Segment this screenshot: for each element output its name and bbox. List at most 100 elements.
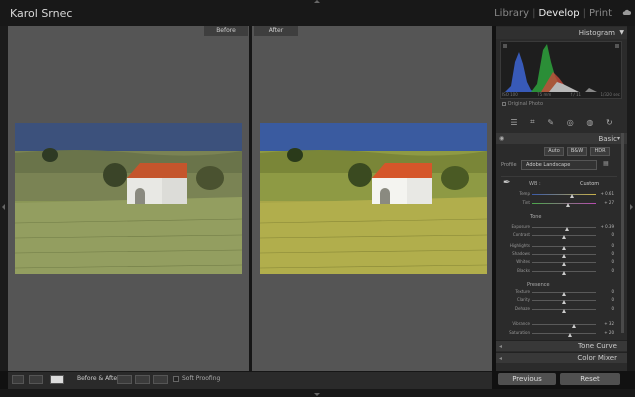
slider-value[interactable]: 0 [598, 268, 614, 273]
presets-icon[interactable]: ↻ [606, 118, 613, 127]
slider-track[interactable] [532, 194, 596, 195]
swap-before-after-button[interactable] [153, 375, 168, 384]
heal-icon[interactable]: ✎ [547, 118, 554, 127]
profile-browser-icon[interactable]: ▦ [603, 160, 609, 167]
before-after-mode-label[interactable]: Before & After [77, 375, 120, 382]
panel-scrollbar[interactable] [621, 133, 624, 333]
original-photo-checkbox[interactable] [502, 101, 506, 106]
histogram-header[interactable]: Histogram ▼ [496, 27, 627, 39]
slider-thumb[interactable] [564, 227, 569, 231]
slider-value[interactable]: + 20 [598, 330, 614, 335]
slider-label: Exposure [511, 224, 530, 229]
collapse-right-arrow-icon[interactable] [630, 204, 633, 210]
copy-before-to-after-button[interactable] [117, 375, 132, 384]
slider-thumb[interactable] [562, 262, 566, 266]
expand-filmstrip-arrow-icon[interactable] [314, 393, 320, 396]
photo-after[interactable] [260, 123, 487, 274]
bw-button[interactable]: B&W [567, 147, 587, 156]
module-develop[interactable]: Develop [538, 8, 579, 19]
collapse-histogram-icon[interactable]: ▼ [619, 29, 624, 36]
expand-left-arrow-icon[interactable] [2, 204, 5, 210]
module-picker: Library | Develop | Print [494, 8, 627, 19]
slider-label: Texture [515, 289, 530, 294]
histogram-readout: ISO 100 75 mm f / 11 1/320 sec [502, 92, 620, 97]
slider-thumb[interactable] [562, 235, 566, 239]
module-print[interactable]: Print [589, 8, 612, 19]
slider-thumb[interactable] [562, 292, 566, 296]
slider-value[interactable]: 0 [598, 232, 614, 237]
slider-thumb[interactable] [562, 300, 566, 304]
wb-select[interactable]: Custom [580, 181, 599, 187]
reset-button[interactable]: Reset [560, 373, 620, 385]
slider-label: Blacks [517, 268, 530, 273]
redeye-icon[interactable]: ◎ [567, 118, 574, 127]
slider-value[interactable]: 0 [598, 289, 614, 294]
slider-thumb[interactable] [562, 254, 566, 258]
copy-after-to-before-button[interactable] [135, 375, 150, 384]
photo-before[interactable] [15, 123, 242, 274]
module-separator: | [582, 8, 586, 19]
slider-value[interactable]: + 27 [598, 200, 614, 205]
profile-label: Profile [501, 162, 517, 168]
compare-view-button[interactable] [29, 375, 43, 384]
module-separator: | [532, 8, 536, 19]
auto-button[interactable]: Auto [544, 147, 564, 156]
color-mixer-arrow-icon[interactable]: ◂ [499, 355, 502, 362]
slider-value[interactable]: + 0.61 [598, 191, 614, 196]
slider-label: Shadows [512, 251, 530, 256]
loupe-view-button[interactable] [12, 375, 24, 384]
slider-thumb[interactable] [572, 324, 577, 328]
slider-thumb[interactable] [562, 271, 566, 275]
compare-divider [249, 26, 252, 371]
slider-value[interactable]: + 0.39 [598, 224, 614, 229]
identity-plate: Karol Srnec [10, 7, 73, 20]
cloud-icon[interactable] [622, 9, 631, 15]
previous-button[interactable]: Previous [498, 373, 556, 385]
left-panel-collapsed[interactable] [0, 26, 8, 371]
mask-icon[interactable]: ◍ [586, 118, 593, 127]
original-photo-toggle[interactable]: Original Photo [502, 101, 543, 107]
slider-track[interactable] [532, 203, 596, 204]
module-library[interactable]: Library [494, 8, 529, 19]
soft-proofing-label: Soft Proofing [182, 375, 221, 382]
slider-thumb[interactable] [565, 203, 570, 207]
slider-value[interactable]: 0 [598, 251, 614, 256]
panel-eye-icon[interactable]: ◉ [499, 135, 504, 142]
eyedropper-icon[interactable]: ✒ [503, 178, 511, 188]
histogram-chart[interactable] [500, 41, 622, 99]
collapse-basic-icon[interactable]: ▾ [617, 135, 620, 142]
crop-icon[interactable]: ⌗ [530, 117, 535, 127]
color-mixer-title: Color Mixer [577, 354, 617, 362]
collapse-top-arrow-icon[interactable] [314, 0, 320, 3]
slider-thumb[interactable] [569, 194, 574, 198]
slider-label: Saturation [509, 330, 530, 335]
bottom-bar [0, 389, 635, 397]
slider-value[interactable]: 0 [598, 306, 614, 311]
tone-curve-title: Tone Curve [578, 342, 617, 350]
wb-label: WB : [529, 181, 541, 187]
tone-curve-arrow-icon[interactable]: ◂ [499, 343, 502, 350]
slider-value[interactable]: + 32 [598, 321, 614, 326]
slider-thumb[interactable] [562, 309, 566, 313]
slider-label: Clarity [516, 297, 530, 302]
edit-sliders-icon[interactable]: ☰ [510, 118, 517, 127]
slider-thumb[interactable] [568, 333, 573, 337]
profile-select[interactable]: Adobe Landscape [521, 160, 597, 170]
before-after-view-button[interactable] [50, 375, 64, 384]
basic-panel-title: Basic [598, 135, 617, 143]
shutter-readout: 1/320 sec [600, 92, 620, 97]
slider-value[interactable]: 0 [598, 297, 614, 302]
slider-value[interactable]: 0 [598, 259, 614, 264]
original-photo-label: Original Photo [507, 101, 544, 107]
presence-section-label: Presence [527, 282, 550, 288]
right-panel-edge[interactable] [627, 26, 635, 371]
iso-readout: ISO 100 [502, 92, 518, 97]
slider-value[interactable]: 0 [598, 243, 614, 248]
slider-thumb[interactable] [562, 246, 566, 250]
after-view-label: After [254, 26, 298, 36]
soft-proofing-checkbox[interactable] [173, 376, 179, 382]
hdr-button[interactable]: HDR [590, 147, 610, 156]
slider-track[interactable] [532, 324, 596, 325]
tool-strip: ☰ ⌗ ✎ ◎ ◍ ↻ [496, 112, 627, 132]
slider-track[interactable] [532, 333, 596, 334]
